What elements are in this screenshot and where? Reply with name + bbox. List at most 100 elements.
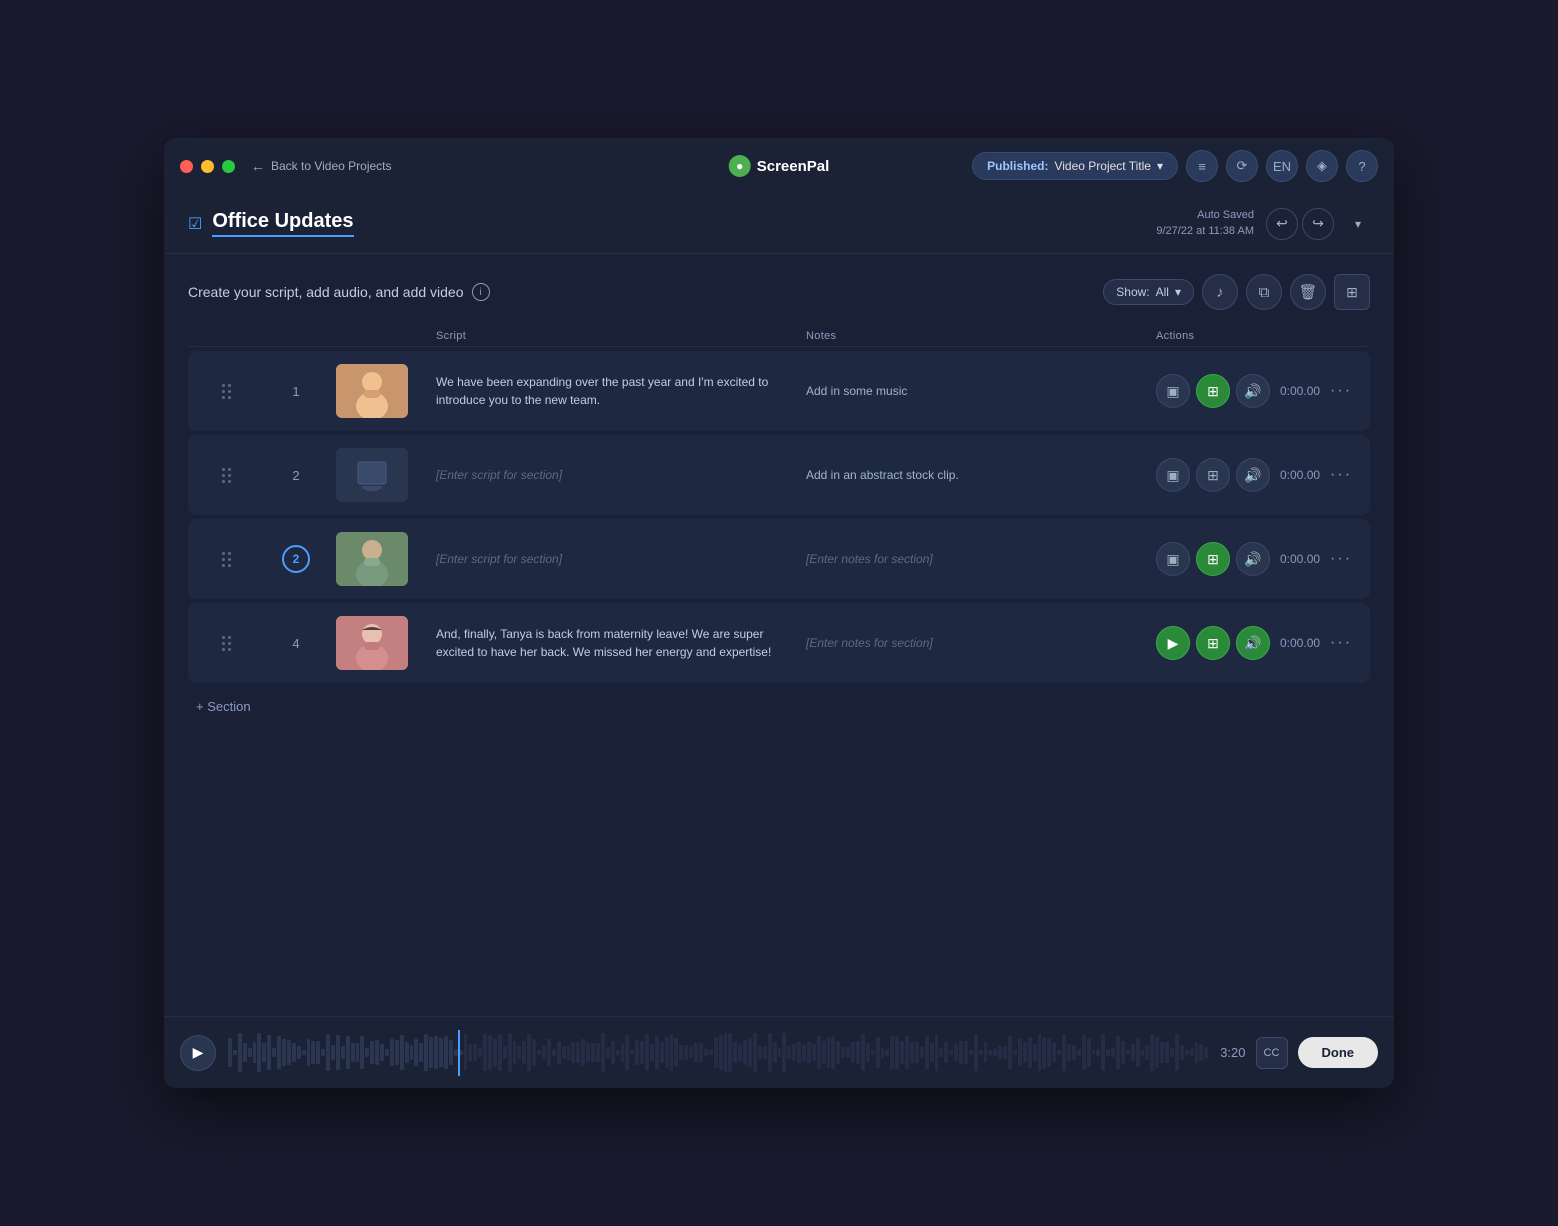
row-number-1: 1 bbox=[256, 384, 336, 399]
screen-icon-3: ⊞ bbox=[1207, 551, 1219, 568]
timeline-bar: ▶ 1:08.00 3:20 CC Done bbox=[164, 1016, 1394, 1088]
delete-icon-button[interactable]: 🗑 bbox=[1290, 274, 1326, 310]
audio-btn-1[interactable]: 🔊 bbox=[1236, 374, 1270, 408]
row-actions-1: ▣ ⊞ 🔊 0:00.00 ··· bbox=[1156, 374, 1376, 408]
screen-icon-1: ⊞ bbox=[1207, 383, 1219, 400]
trash-icon: 🗑 bbox=[1298, 283, 1317, 301]
audio-btn-4[interactable]: 🔊 bbox=[1236, 626, 1270, 660]
more-btn-1[interactable]: ··· bbox=[1330, 382, 1352, 400]
subtitle-button[interactable]: CC bbox=[1256, 1037, 1288, 1069]
language-button[interactable]: EN bbox=[1266, 150, 1298, 182]
drag-handle[interactable] bbox=[196, 464, 256, 487]
layers-icon-button[interactable]: ◈ bbox=[1306, 150, 1338, 182]
history-icon-button[interactable]: ⟳ bbox=[1226, 150, 1258, 182]
undo-button[interactable]: ↩ bbox=[1266, 208, 1298, 240]
drag-handle[interactable] bbox=[196, 380, 256, 403]
content-actions: Show: All ▾ ♪ ⧉ 🗑 ⊞ bbox=[1103, 274, 1370, 310]
script-placeholder-3[interactable]: [Enter script for section] bbox=[436, 552, 806, 566]
time-display-1: 0:00.00 bbox=[1280, 384, 1320, 398]
more-btn-4[interactable]: ··· bbox=[1330, 634, 1352, 652]
drag-handle[interactable] bbox=[196, 632, 256, 655]
project-title[interactable]: Office Updates bbox=[212, 210, 353, 233]
app-logo: ● ScreenPal bbox=[729, 155, 830, 177]
content-title-area: Create your script, add audio, and add v… bbox=[188, 283, 490, 301]
grid-icon: ⊞ bbox=[1346, 284, 1358, 301]
thumbnail-4 bbox=[336, 616, 408, 670]
more-btn-3[interactable]: ··· bbox=[1330, 550, 1352, 568]
row-actions-4: ▶ ⊞ 🔊 0:00.00 ··· bbox=[1156, 626, 1376, 660]
total-time: 3:20 bbox=[1220, 1045, 1245, 1060]
minimize-button[interactable] bbox=[201, 160, 214, 173]
help-icon-button[interactable]: ? bbox=[1346, 150, 1378, 182]
script-text-1[interactable]: We have been expanding over the past yea… bbox=[436, 373, 806, 409]
playhead[interactable]: 1:08.00 bbox=[458, 1030, 460, 1076]
play-button[interactable]: ▶ bbox=[180, 1035, 216, 1071]
col-thumbnail bbox=[336, 330, 436, 342]
time-display-2: 0:00.00 bbox=[1280, 468, 1320, 482]
screen-icon-2: ⊞ bbox=[1207, 467, 1219, 484]
help-icon: ? bbox=[1358, 159, 1365, 174]
language-label: EN bbox=[1273, 159, 1291, 174]
time-display-4: 0:00.00 bbox=[1280, 636, 1320, 650]
history-icon: ⟳ bbox=[1237, 158, 1248, 174]
copy-icon: ⧉ bbox=[1259, 284, 1270, 301]
screen-btn-3[interactable]: ⊞ bbox=[1196, 542, 1230, 576]
video-btn-1[interactable]: ▣ bbox=[1156, 374, 1190, 408]
video-icon-3: ▣ bbox=[1166, 551, 1179, 568]
publish-status: Published: bbox=[987, 159, 1048, 173]
info-icon[interactable]: i bbox=[472, 283, 490, 301]
more-btn-2[interactable]: ··· bbox=[1330, 466, 1352, 484]
list-icon: ≡ bbox=[1198, 159, 1206, 174]
script-text-4[interactable]: And, finally, Tanya is back from materni… bbox=[436, 625, 806, 661]
publish-chevron-icon: ▾ bbox=[1157, 159, 1163, 173]
header-right: Auto Saved 9/27/22 at 11:38 AM ↩ ↪ ▾ bbox=[1156, 208, 1370, 240]
row-number-4: 4 bbox=[256, 636, 336, 651]
subtitle-icon: CC bbox=[1264, 1047, 1280, 1059]
add-section-label: + Section bbox=[196, 699, 251, 714]
timeline-right: 3:20 CC Done bbox=[1220, 1037, 1378, 1069]
maximize-button[interactable] bbox=[222, 160, 235, 173]
close-button[interactable] bbox=[180, 160, 193, 173]
back-button[interactable]: ← Back to Video Projects bbox=[251, 158, 392, 174]
music-icon-button[interactable]: ♪ bbox=[1202, 274, 1238, 310]
row-actions-3: ▣ ⊞ 🔊 0:00.00 ··· bbox=[1156, 542, 1376, 576]
main-content: Create your script, add audio, and add v… bbox=[164, 254, 1394, 1016]
done-button[interactable]: Done bbox=[1298, 1037, 1379, 1068]
video-btn-4[interactable]: ▶ bbox=[1156, 626, 1190, 660]
notes-placeholder-4[interactable]: [Enter notes for section] bbox=[806, 636, 1156, 650]
screen-btn-1[interactable]: ⊞ bbox=[1196, 374, 1230, 408]
notes-text-1[interactable]: Add in some music bbox=[806, 384, 1156, 398]
audio-btn-2[interactable]: 🔊 bbox=[1236, 458, 1270, 492]
list-icon-button[interactable]: ≡ bbox=[1186, 150, 1218, 182]
add-section-button[interactable]: + Section bbox=[188, 687, 1370, 726]
play-icon: ▶ bbox=[193, 1044, 204, 1061]
show-filter[interactable]: Show: All ▾ bbox=[1103, 279, 1194, 305]
publish-button[interactable]: Published: Video Project Title ▾ bbox=[972, 152, 1178, 180]
audio-icon-1: 🔊 bbox=[1244, 383, 1261, 400]
screen-btn-4[interactable]: ⊞ bbox=[1196, 626, 1230, 660]
drag-handle[interactable] bbox=[196, 548, 256, 571]
video-btn-2[interactable]: ▣ bbox=[1156, 458, 1190, 492]
screen-btn-2[interactable]: ⊞ bbox=[1196, 458, 1230, 492]
waveform[interactable]: 1:08.00 bbox=[228, 1030, 1208, 1076]
col-notes-header: Notes bbox=[806, 330, 1156, 342]
music-icon: ♪ bbox=[1216, 284, 1224, 301]
col-actions-header: Actions bbox=[1156, 330, 1376, 342]
video-icon-4: ▶ bbox=[1168, 635, 1179, 652]
thumbnail-3 bbox=[336, 532, 408, 586]
auto-saved: Auto Saved 9/27/22 at 11:38 AM bbox=[1156, 208, 1254, 239]
audio-icon-2: 🔊 bbox=[1244, 467, 1261, 484]
notes-text-2[interactable]: Add in an abstract stock clip. bbox=[806, 468, 1156, 482]
audio-btn-3[interactable]: 🔊 bbox=[1236, 542, 1270, 576]
redo-button[interactable]: ↪ bbox=[1302, 208, 1334, 240]
content-header: Create your script, add audio, and add v… bbox=[188, 274, 1370, 310]
col-script-header: Script bbox=[436, 330, 806, 342]
table-header: Script Notes Actions bbox=[188, 326, 1370, 347]
script-placeholder-2[interactable]: [Enter script for section] bbox=[436, 468, 806, 482]
notes-placeholder-3[interactable]: [Enter notes for section] bbox=[806, 552, 1156, 566]
thumbnail-2 bbox=[336, 448, 408, 502]
dropdown-arrow-button[interactable]: ▾ bbox=[1346, 212, 1370, 236]
grid-view-button[interactable]: ⊞ bbox=[1334, 274, 1370, 310]
copy-icon-button[interactable]: ⧉ bbox=[1246, 274, 1282, 310]
video-btn-3[interactable]: ▣ bbox=[1156, 542, 1190, 576]
